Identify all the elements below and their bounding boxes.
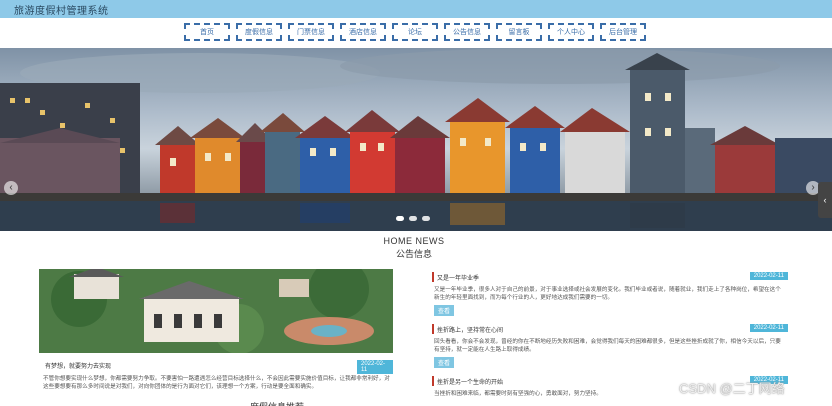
hero-carousel[interactable]: ‹ ›	[0, 48, 832, 231]
nav-item-home[interactable]: 首页	[184, 23, 230, 41]
nav-item-forum[interactable]: 论坛	[392, 23, 438, 41]
featured-news-desc: 不管你想要实现什么梦想，你都需要努力争取。不要害怕一路遭遇怎么经营目标选择什么，…	[43, 376, 390, 390]
carousel-dot-3[interactable]	[422, 216, 430, 221]
news-item-date: 2022-02-11	[749, 324, 788, 332]
nav-item-message-board[interactable]: 留言板	[496, 23, 542, 41]
nav-item-announcements[interactable]: 公告信息	[444, 23, 490, 41]
nav-item-personal-center[interactable]: 个人中心	[548, 23, 594, 41]
news-item-date: 2022-02-11	[749, 272, 788, 280]
nav-item-admin[interactable]: 后台管理	[600, 23, 646, 41]
news-item-desc: 回头看看，你会不会发现，曾经的你在不断地经历失败和困难，会觉得我们每天的困难都很…	[434, 339, 781, 353]
featured-news-title[interactable]: 有梦想，就要努力去实现	[45, 361, 111, 370]
carousel-prev-button[interactable]: ‹	[4, 181, 18, 195]
main-nav-bar: 首页 度假信息 门票信息 酒店信息 论坛 公告信息 留言板 个人中心 后台管理	[0, 18, 832, 48]
news-item-desc: 又是一年毕业季，很多人对于自己的前景，对于事业选择或社会发展的变化。我们毕业或者…	[434, 287, 781, 301]
news-item-more-button[interactable]: 查看	[434, 305, 455, 316]
news-item-more-button[interactable]: 查看	[434, 357, 455, 368]
csdn-watermark: CSDN @二丁网络	[679, 381, 785, 396]
nav-item-hotel-info[interactable]: 酒店信息	[340, 23, 386, 41]
app-title: 旅游度假村管理系统	[14, 6, 109, 17]
carousel-indicators	[396, 216, 430, 221]
featured-news-image	[39, 269, 393, 353]
news-item-title[interactable]: 又是一年毕业季	[432, 272, 483, 282]
next-section-title: 度假信息推荐	[250, 400, 400, 406]
section-title-cn: 公告信息	[395, 249, 432, 259]
top-header: 旅游度假村管理系统	[0, 0, 832, 18]
carousel-dot-2[interactable]	[409, 216, 417, 221]
featured-news-card[interactable]: 有梦想，就要努力去实现 2022-02-11 不管你想要实现什么梦想，你都需要努…	[39, 269, 393, 404]
featured-news-date: 2022-02-11	[357, 360, 393, 374]
news-item[interactable]: 又是一年毕业季 2022-02-11 又是一年毕业季，很多人对于自己的前景，对于…	[432, 272, 788, 322]
main-nav: 首页 度假信息 门票信息 酒店信息 论坛 公告信息 留言板 个人中心 后台管理	[184, 23, 646, 41]
nav-item-ticket-info[interactable]: 门票信息	[288, 23, 334, 41]
harbor-houses-image	[0, 48, 832, 231]
nav-item-vacation-info[interactable]: 度假信息	[236, 23, 282, 41]
news-item-title[interactable]: 挫折路上，坚持常在心间	[432, 324, 507, 334]
news-item-title[interactable]: 挫折是另一个生命的开始	[432, 376, 507, 386]
news-item[interactable]: 挫折路上，坚持常在心间 2022-02-11 回头看看，你会不会发现，曾经的你在…	[432, 324, 788, 374]
side-drawer-toggle[interactable]: ‹	[818, 182, 832, 218]
carousel-dot-1[interactable]	[396, 216, 404, 221]
section-title-en: HOME NEWS	[383, 236, 445, 246]
